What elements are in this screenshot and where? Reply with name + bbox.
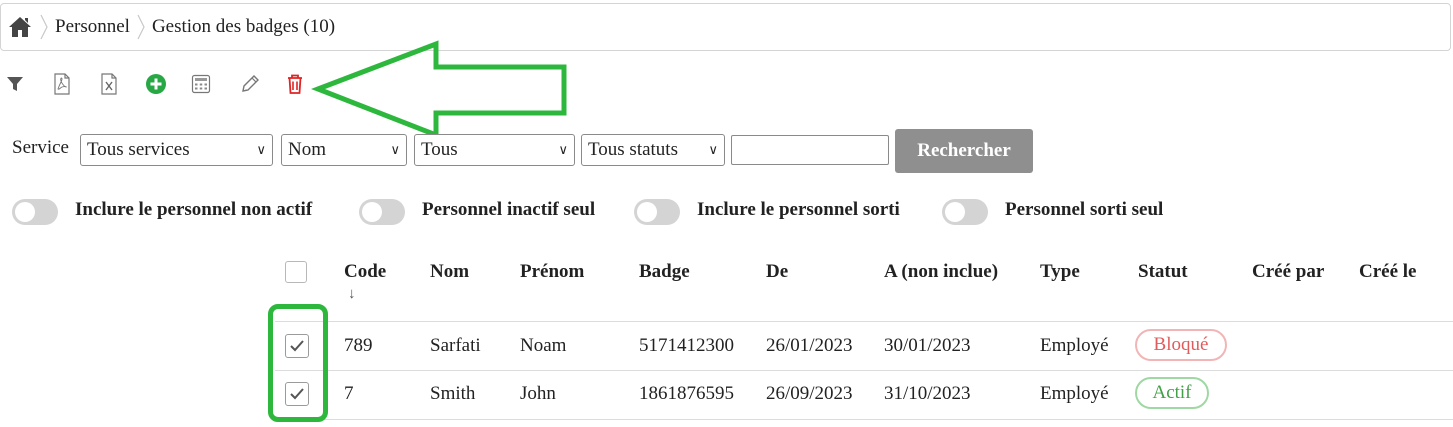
excel-icon[interactable] [96,68,122,100]
status-select[interactable]: Tous statuts ∨ [581,134,725,166]
column-header-code[interactable]: Code [344,261,386,283]
cell-de: 26/09/2023 [766,383,853,404]
cell-a: 30/01/2023 [884,335,971,356]
toggle-left-only[interactable] [942,199,988,225]
service-label: Service [12,137,69,158]
status-badge: Actif [1135,377,1209,409]
breadcrumb: Personnel Gestion des badges (10) [0,3,1451,51]
select-all-checkbox[interactable] [285,261,307,283]
cell-a: 31/10/2023 [884,383,971,404]
breadcrumb-separator-icon [136,4,146,50]
toggle-inactive-only-label: Personnel inactif seul [422,199,596,220]
calculator-icon[interactable] [188,68,214,100]
edit-icon[interactable] [237,68,263,100]
cell-badge: 5171412300 [639,335,734,356]
toggle-bar: Inclure le personnel non actif Personnel… [0,196,1453,228]
cell-nom: Sarfati [430,335,481,356]
cell-code: 7 [344,383,354,404]
service-select[interactable]: Tous services ∨ [80,134,273,166]
column-header-prenom[interactable]: Prénom [520,261,584,283]
column-header-statut[interactable]: Statut [1138,261,1188,283]
column-header-type[interactable]: Type [1040,261,1080,283]
toggle-include-left[interactable] [634,199,680,225]
toggle-inactive-only[interactable] [359,199,405,225]
field-select[interactable]: Nom ∨ [281,134,407,166]
field-select-value: Nom [288,139,326,160]
column-header-nom[interactable]: Nom [430,261,469,283]
sort-down-icon: ↓ [348,286,356,302]
cell-prenom: Noam [520,335,567,356]
cell-prenom: John [520,383,556,404]
cell-code: 789 [344,335,373,356]
service-select-value: Tous services [87,139,190,160]
cell-type: Employé [1040,383,1109,404]
table-row[interactable]: 7 Smith John 1861876595 26/09/2023 31/10… [0,370,1453,418]
delete-icon[interactable] [282,68,308,100]
toggle-include-left-label: Inclure le personnel sorti [697,199,900,220]
annotation-highlight-box [268,304,328,422]
column-header-cree-le[interactable]: Créé le [1359,261,1416,283]
column-header-badge[interactable]: Badge [639,261,690,283]
table-row[interactable]: 789 Sarfati Noam 5171412300 26/01/2023 3… [0,322,1453,370]
divider [275,419,1453,420]
add-icon[interactable] [143,68,169,100]
chevron-down-icon: ∨ [390,142,400,157]
chevron-down-icon: ∨ [558,142,568,157]
chevron-down-icon: ∨ [708,142,718,157]
cell-type: Employé [1040,335,1109,356]
search-input[interactable] [731,135,889,165]
column-header-a[interactable]: A (non inclue) [884,261,998,283]
toggle-include-inactive[interactable] [12,199,58,225]
annotation-arrow-icon [311,40,567,139]
toggle-left-only-label: Personnel sorti seul [1005,199,1164,220]
column-header-cree-par[interactable]: Créé par [1252,261,1324,283]
filter-icon[interactable] [2,68,28,100]
home-icon[interactable] [1,4,39,50]
search-button[interactable]: Rechercher [895,129,1033,173]
status-badge: Bloqué [1135,329,1227,361]
pdf-icon[interactable] [49,68,75,100]
chevron-down-icon: ∨ [256,142,266,157]
breadcrumb-separator-icon [39,4,49,50]
cell-badge: 1861876595 [639,383,734,404]
breadcrumb-item-current: Gestion des badges (10) [151,16,336,37]
filter-bar: Service Tous services ∨ Nom ∨ Tous ∨ Tou… [0,128,1453,173]
cell-nom: Smith [430,383,476,404]
column-header-de[interactable]: De [766,261,788,283]
scope-select-value: Tous [421,139,458,160]
cell-de: 26/01/2023 [766,335,853,356]
scope-select[interactable]: Tous ∨ [414,134,575,166]
breadcrumb-item-personnel[interactable]: Personnel [49,16,136,38]
status-select-value: Tous statuts [588,139,678,160]
toggle-include-inactive-label: Inclure le personnel non actif [75,199,313,220]
